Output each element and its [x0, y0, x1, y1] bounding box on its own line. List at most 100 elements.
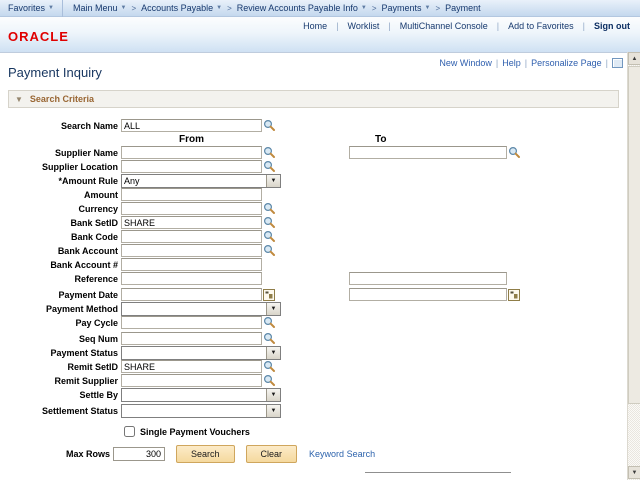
header-link-worklist[interactable]: Worklist [339, 21, 389, 31]
lookup-icon[interactable] [263, 160, 276, 173]
calendar-icon[interactable] [508, 288, 520, 301]
dropdown-arrow-icon[interactable]: ▼ [266, 347, 280, 359]
breadcrumb-separator: > [131, 4, 136, 13]
payment-status-select[interactable]: ▼ [121, 346, 281, 360]
lookup-icon[interactable] [508, 146, 521, 159]
reference-input[interactable] [121, 272, 262, 285]
search-criteria-header[interactable]: ▼ Search Criteria [8, 90, 619, 108]
remit-setid-input[interactable] [121, 360, 262, 373]
lookup-icon[interactable] [263, 360, 276, 373]
page-link-personalize-page[interactable]: Personalize Page [531, 58, 602, 68]
breadcrumb-item-main-menu[interactable]: Main Menu▼ [73, 3, 126, 13]
bank-account-input[interactable] [121, 244, 262, 257]
breadcrumb-item-accounts-payable[interactable]: Accounts Payable▼ [141, 3, 222, 13]
lookup-icon[interactable] [263, 316, 276, 329]
collapse-triangle-icon[interactable]: ▼ [15, 95, 23, 104]
favorites-menu[interactable]: Favorites ▼ [0, 3, 62, 13]
payment-method-select[interactable]: ▼ [121, 302, 281, 316]
amount-rule-select[interactable]: Any▼ [121, 174, 281, 188]
max-rows-label: Max Rows [0, 449, 113, 459]
field-label: Currency [8, 204, 121, 214]
bank-account-num-input[interactable] [121, 258, 262, 271]
bank-setid-input[interactable] [121, 216, 262, 229]
payment-date-to-input[interactable] [349, 288, 507, 301]
lookup-icon[interactable] [263, 230, 276, 243]
breadcrumb-item-payment[interactable]: Payment [445, 3, 481, 13]
breadcrumb-item-payments[interactable]: Payments▼ [382, 3, 431, 13]
settlement-status-select[interactable]: ▼ [121, 404, 281, 418]
form-row-search-name: Search Name [8, 119, 627, 132]
page-link-new-window[interactable]: New Window [439, 58, 492, 68]
form-row-settle-by: Settle By ▼ [8, 388, 627, 401]
supplier-name-to-input[interactable] [349, 146, 507, 159]
field-label: *Amount Rule [8, 176, 121, 186]
field-label: Settle By [8, 390, 121, 400]
form-row-bank-account: Bank Account [8, 244, 627, 257]
scrollbar-thumb[interactable] [628, 66, 640, 404]
payment-date-input[interactable] [121, 288, 262, 301]
form-row-reference: Reference [8, 272, 627, 285]
single-payment-vouchers-checkbox[interactable] [124, 426, 135, 437]
clear-button[interactable]: Clear [246, 445, 298, 463]
chevron-down-icon: ▼ [425, 5, 431, 11]
chevron-down-icon: ▼ [361, 5, 367, 11]
vertical-scrollbar[interactable]: ▲ ▼ [627, 52, 640, 480]
breadcrumb-bar: Favorites ▼ Main Menu▼ > Accounts Payable▼… [0, 0, 640, 17]
amount-input[interactable] [121, 188, 262, 201]
reference-to-input[interactable] [349, 272, 507, 285]
keyword-search-link[interactable]: Keyword Search [309, 449, 375, 459]
single-payment-vouchers-row: Single Payment Vouchers [124, 425, 627, 438]
sign-out-link[interactable]: Sign out [585, 21, 632, 31]
form-row-bank-code: Bank Code [8, 230, 627, 243]
search-name-input[interactable] [121, 119, 262, 132]
dropdown-arrow-icon[interactable]: ▼ [266, 303, 280, 315]
pay-cycle-input[interactable] [121, 316, 262, 329]
page-url-icon[interactable] [612, 58, 623, 68]
dropdown-arrow-icon[interactable]: ▼ [266, 405, 280, 417]
scroll-up-icon[interactable]: ▲ [628, 52, 640, 65]
header-link-multichannel-console[interactable]: MultiChannel Console [391, 21, 497, 31]
header-link-home[interactable]: Home [294, 21, 336, 31]
field-label: Remit SetID [8, 362, 121, 372]
field-label: Payment Status [8, 348, 121, 358]
supplier-name-input[interactable] [121, 146, 262, 159]
supplier-location-input[interactable] [121, 160, 262, 173]
column-headers: FromTo [8, 133, 627, 145]
field-label: Payment Method [8, 304, 121, 314]
lookup-icon[interactable] [263, 374, 276, 387]
header-link-add-to-favorites[interactable]: Add to Favorites [499, 21, 583, 31]
remit-supplier-input[interactable] [121, 374, 262, 387]
lookup-icon[interactable] [263, 202, 276, 215]
field-label: Pay Cycle [8, 318, 121, 328]
settle-by-select[interactable]: ▼ [121, 388, 281, 402]
scroll-down-icon[interactable]: ▼ [628, 466, 640, 479]
form-row-pay-cycle: Pay Cycle [8, 316, 627, 329]
page-content: New Window|Help|Personalize Page | Payme… [0, 53, 627, 480]
lookup-icon[interactable] [263, 216, 276, 229]
form-row-remit-supplier: Remit Supplier [8, 374, 627, 387]
dropdown-arrow-icon[interactable]: ▼ [266, 389, 280, 401]
dropdown-arrow-icon[interactable]: ▼ [266, 175, 280, 187]
max-rows-input[interactable] [113, 447, 165, 461]
breadcrumb-item-review-accounts-payable-info[interactable]: Review Accounts Payable Info▼ [237, 3, 367, 13]
single-payment-vouchers-label: Single Payment Vouchers [140, 427, 250, 437]
page-link-help[interactable]: Help [502, 58, 521, 68]
search-button[interactable]: Search [176, 445, 235, 463]
lookup-icon[interactable] [263, 332, 276, 345]
lookup-icon[interactable] [263, 146, 276, 159]
lookup-icon[interactable] [263, 244, 276, 257]
form-row-payment-date: Payment Date [8, 288, 627, 301]
currency-input[interactable] [121, 202, 262, 215]
calendar-icon[interactable] [263, 288, 275, 301]
lookup-icon[interactable] [263, 119, 276, 132]
field-label: Bank Account # [8, 260, 121, 270]
bank-code-input[interactable] [121, 230, 262, 243]
seq-num-input[interactable] [121, 332, 262, 345]
field-label: Supplier Name [8, 148, 121, 158]
breadcrumb-separator: > [227, 4, 232, 13]
from-column-header: From [121, 134, 262, 145]
favorites-label: Favorites [8, 3, 45, 13]
search-form: Search NameFromToSupplier NameSupplier L… [8, 119, 627, 417]
bottom-divider [365, 472, 511, 473]
application-window: Favorites ▼ Main Menu▼ > Accounts Payable▼… [0, 0, 640, 480]
